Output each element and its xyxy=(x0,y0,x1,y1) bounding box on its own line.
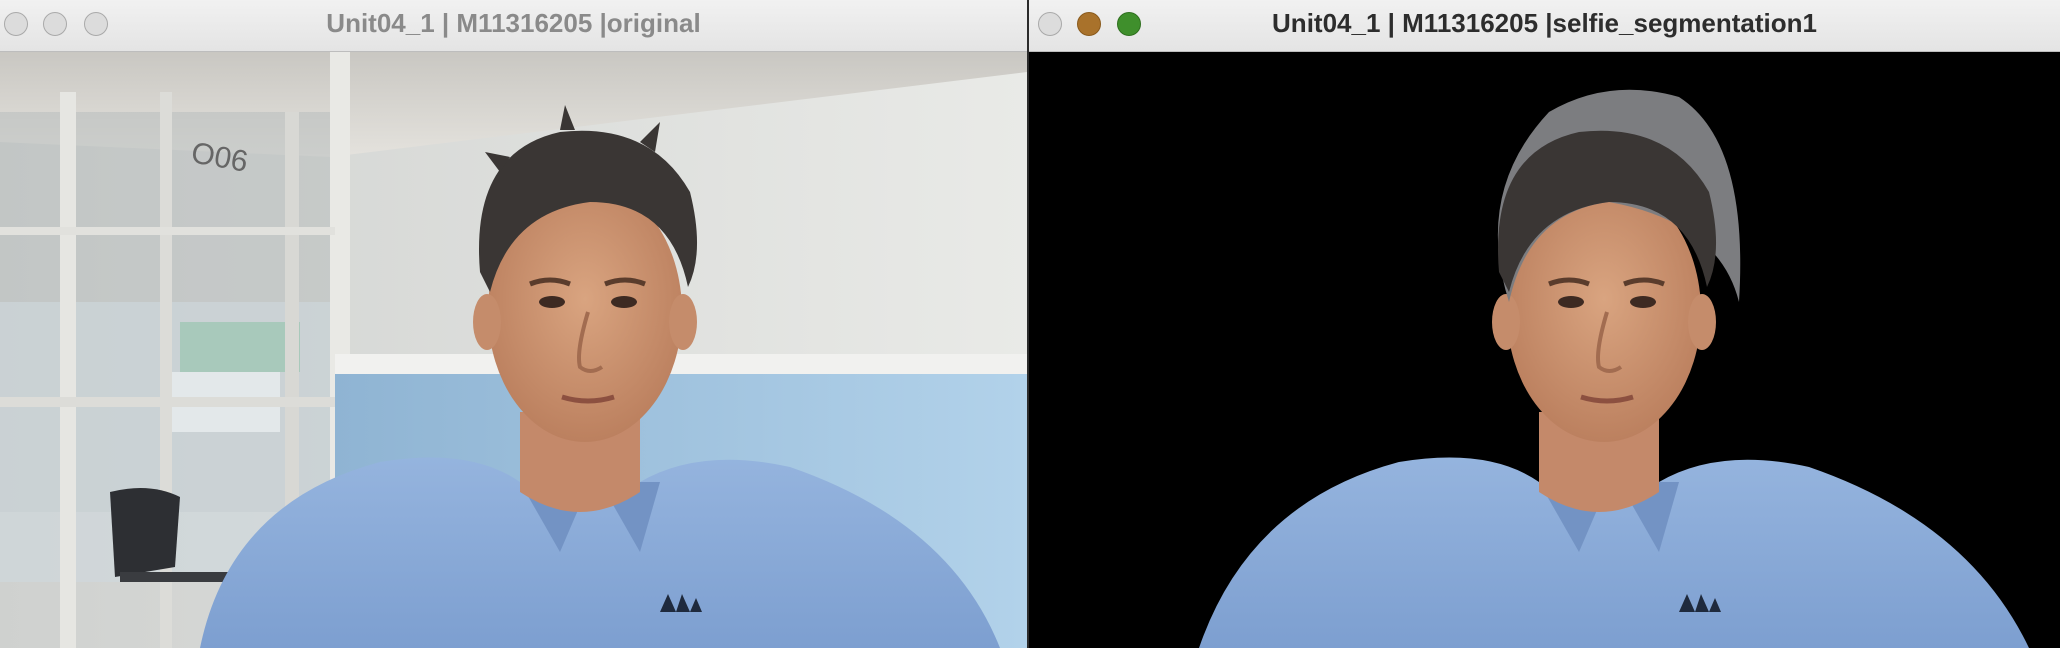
camera-frame-original: O06 xyxy=(0,52,1027,648)
titlebar-original: Unit04_1 | M11316205 |original xyxy=(0,0,1027,52)
titlebar-segmentation: Unit04_1 | M11316205 |selfie_segmentatio… xyxy=(1029,0,2060,52)
window-title: Unit04_1 | M11316205 |selfie_segmentatio… xyxy=(1272,8,1817,38)
window-title: Unit04_1 | M11316205 |original xyxy=(326,8,701,38)
window-original: Unit04_1 | M11316205 |original O06 xyxy=(0,0,1027,648)
window-segmentation: Unit04_1 | M11316205 |selfie_segmentatio… xyxy=(1029,0,2060,648)
camera-frame-segmentation xyxy=(1029,52,2060,648)
